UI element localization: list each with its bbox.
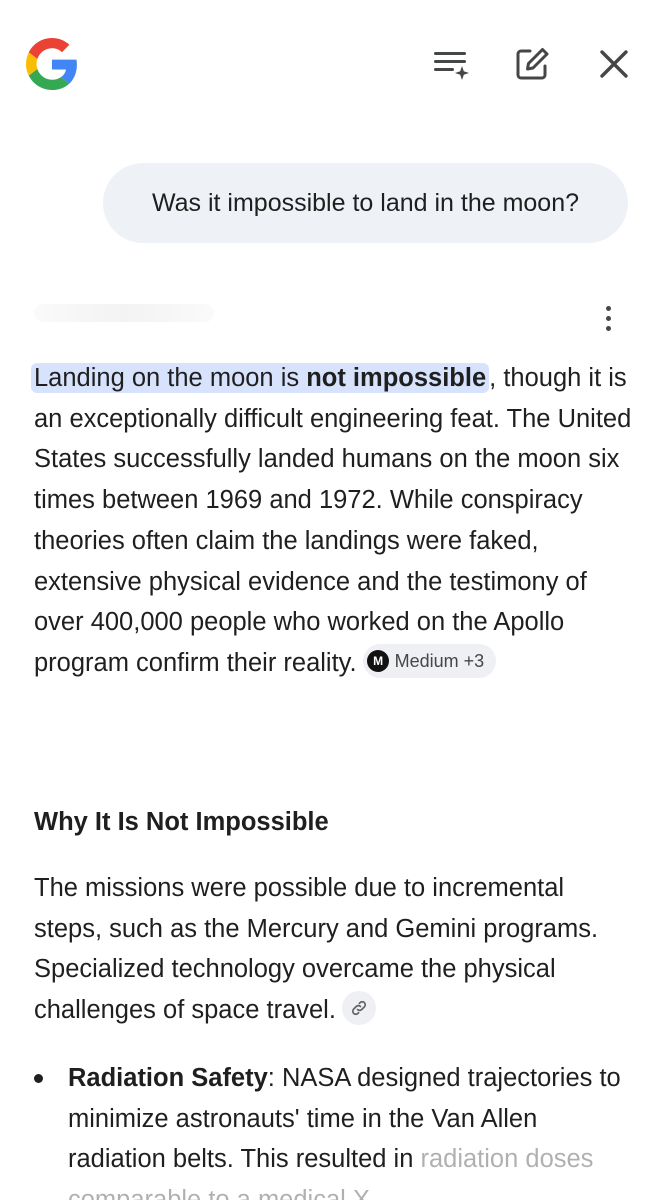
- medium-logo-icon: M: [366, 650, 389, 673]
- top-bar: [0, 0, 663, 130]
- edit-icon[interactable]: [510, 42, 554, 86]
- highlight-bold-text: not impossible: [306, 364, 487, 392]
- section-paragraph-text: The missions were possible due to increm…: [34, 874, 599, 1025]
- list-item: Radiation Safety: NASA designed trajecto…: [34, 1058, 634, 1200]
- answer-paragraph: Landing on the moon is not impossible, t…: [31, 358, 634, 684]
- highlighted-answer: Landing on the moon is not impossible: [31, 363, 490, 393]
- close-icon[interactable]: [592, 42, 636, 86]
- bullet-list: Radiation Safety: NASA designed trajecto…: [34, 1058, 634, 1200]
- bullet-title: Radiation Safety: [68, 1064, 268, 1092]
- bullet-dot: [34, 1074, 43, 1083]
- link-icon[interactable]: [341, 991, 376, 1026]
- more-options-icon[interactable]: [594, 300, 622, 336]
- feed-sparkle-icon[interactable]: [428, 42, 472, 86]
- section-heading: Why It Is Not Impossible: [34, 808, 329, 836]
- search-ai-mode-page: Was it impossible to land in the moon? L…: [0, 0, 663, 1200]
- source-chip[interactable]: M Medium +3: [362, 644, 497, 679]
- google-g-logo-icon[interactable]: [26, 38, 78, 90]
- user-query-text: Was it impossible to land in the moon?: [151, 188, 580, 217]
- user-query-bubble: Was it impossible to land in the moon?: [103, 163, 628, 243]
- loading-shimmer: [34, 304, 214, 322]
- section-paragraph: The missions were possible due to increm…: [34, 868, 634, 1031]
- answer-header-placeholder: [34, 296, 234, 326]
- answer-body-text: though it is an exceptionally difficult …: [34, 364, 632, 677]
- highlight-text: Landing on the moon is: [34, 364, 307, 392]
- source-chip-label: Medium +3: [394, 650, 485, 671]
